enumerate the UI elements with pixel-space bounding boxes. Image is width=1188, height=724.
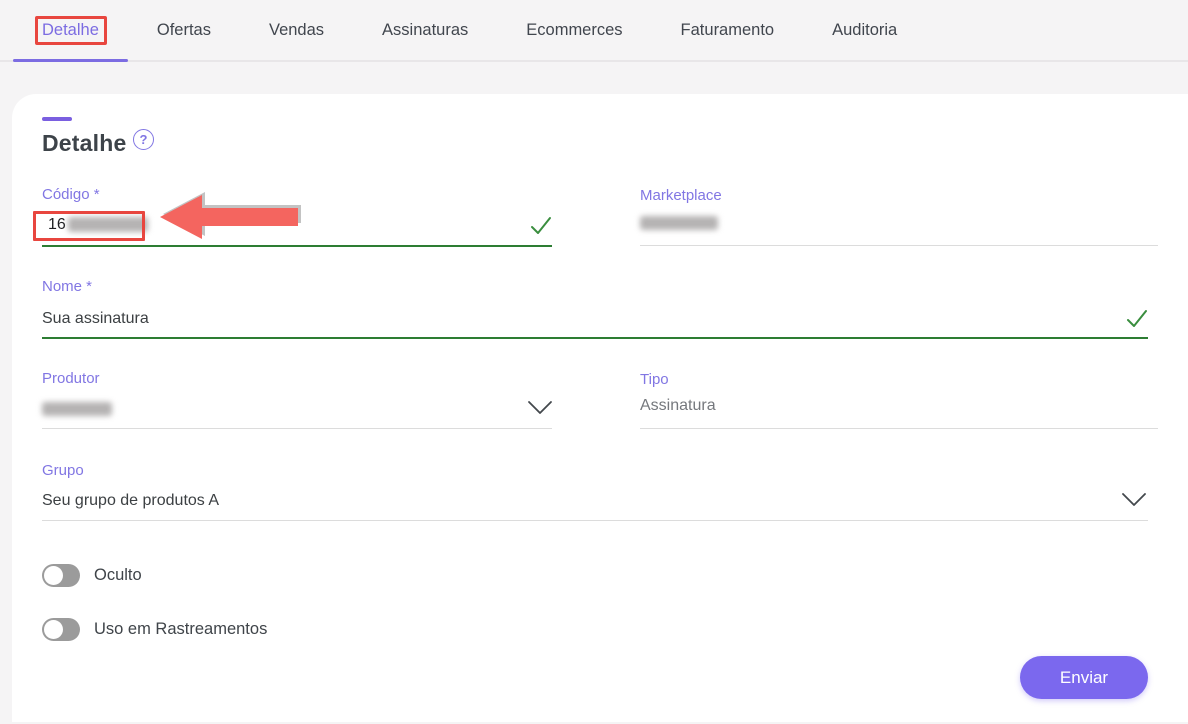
- tab-vendas[interactable]: Vendas: [240, 0, 353, 60]
- tab-label: Vendas: [269, 21, 324, 40]
- nome-valid-check-icon: [1124, 306, 1150, 332]
- tab-label: Auditoria: [832, 21, 897, 40]
- tab-label: Ecommerces: [526, 21, 622, 40]
- produtor-dropdown-toggle[interactable]: [526, 398, 554, 423]
- oculto-toggle[interactable]: [42, 564, 80, 587]
- tab-label: Detalhe: [42, 21, 99, 40]
- annotation-arrow-icon: [158, 194, 298, 240]
- tab-bar: Detalhe Ofertas Vendas Assinaturas Ecomm…: [0, 0, 1188, 62]
- rastreamentos-toggle-row: Uso em Rastreamentos: [42, 618, 267, 641]
- produtor-select[interactable]: [42, 400, 112, 418]
- produtor-redacted-value: [42, 402, 112, 416]
- marketplace-value: [640, 214, 718, 232]
- tab-faturamento[interactable]: Faturamento: [652, 0, 804, 60]
- oculto-toggle-label: Oculto: [94, 566, 142, 585]
- codigo-redacted-value: [68, 217, 148, 232]
- tab-ofertas[interactable]: Ofertas: [128, 0, 240, 60]
- codigo-input[interactable]: 16: [48, 214, 148, 236]
- oculto-toggle-row: Oculto: [42, 564, 142, 587]
- marketplace-redacted-value: [640, 216, 718, 230]
- codigo-label: Código *: [42, 186, 100, 203]
- grupo-label: Grupo: [42, 462, 84, 479]
- nome-value: Sua assinatura: [42, 310, 149, 327]
- enviar-button[interactable]: Enviar: [1020, 656, 1148, 699]
- marketplace-label: Marketplace: [640, 187, 722, 204]
- tipo-value: Assinatura: [640, 395, 716, 417]
- tab-label: Ofertas: [157, 21, 211, 40]
- screen: Detalhe Ofertas Vendas Assinaturas Ecomm…: [0, 0, 1188, 724]
- nome-underline: [42, 337, 1148, 339]
- produtor-label: Produtor: [42, 370, 100, 387]
- detail-card: Detalhe ? Código * 16 Marketplace Nome *…: [12, 94, 1188, 722]
- tab-assinaturas[interactable]: Assinaturas: [353, 0, 497, 60]
- grupo-value: Seu grupo de produtos A: [42, 492, 219, 509]
- grupo-select[interactable]: Seu grupo de produtos A: [42, 490, 219, 512]
- chevron-down-icon: [1120, 490, 1148, 510]
- grupo-underline: [42, 520, 1148, 521]
- tab-ecommerces[interactable]: Ecommerces: [497, 0, 651, 60]
- tab-label: Faturamento: [681, 21, 775, 40]
- chevron-down-icon: [526, 398, 554, 418]
- nome-input[interactable]: Sua assinatura: [42, 308, 149, 330]
- tipo-underline: [640, 428, 1158, 429]
- rastreamentos-toggle[interactable]: [42, 618, 80, 641]
- nome-label: Nome *: [42, 278, 92, 295]
- tipo-label: Tipo: [640, 371, 669, 388]
- codigo-underline: [42, 245, 552, 247]
- heading-accent-dash: [42, 117, 72, 121]
- help-icon[interactable]: ?: [133, 129, 154, 150]
- toggle-knob: [44, 620, 63, 639]
- rastreamentos-toggle-label: Uso em Rastreamentos: [94, 620, 267, 639]
- tab-detalhe[interactable]: Detalhe: [13, 0, 128, 60]
- grupo-dropdown-toggle[interactable]: [1120, 490, 1148, 515]
- codigo-valid-check-icon: [528, 213, 554, 239]
- toggle-knob: [44, 566, 63, 585]
- produtor-underline: [42, 428, 552, 429]
- panel-title: Detalhe: [42, 130, 126, 157]
- tab-auditoria[interactable]: Auditoria: [803, 0, 926, 60]
- tab-label: Assinaturas: [382, 21, 468, 40]
- codigo-value: 16: [48, 216, 66, 233]
- marketplace-underline: [640, 245, 1158, 246]
